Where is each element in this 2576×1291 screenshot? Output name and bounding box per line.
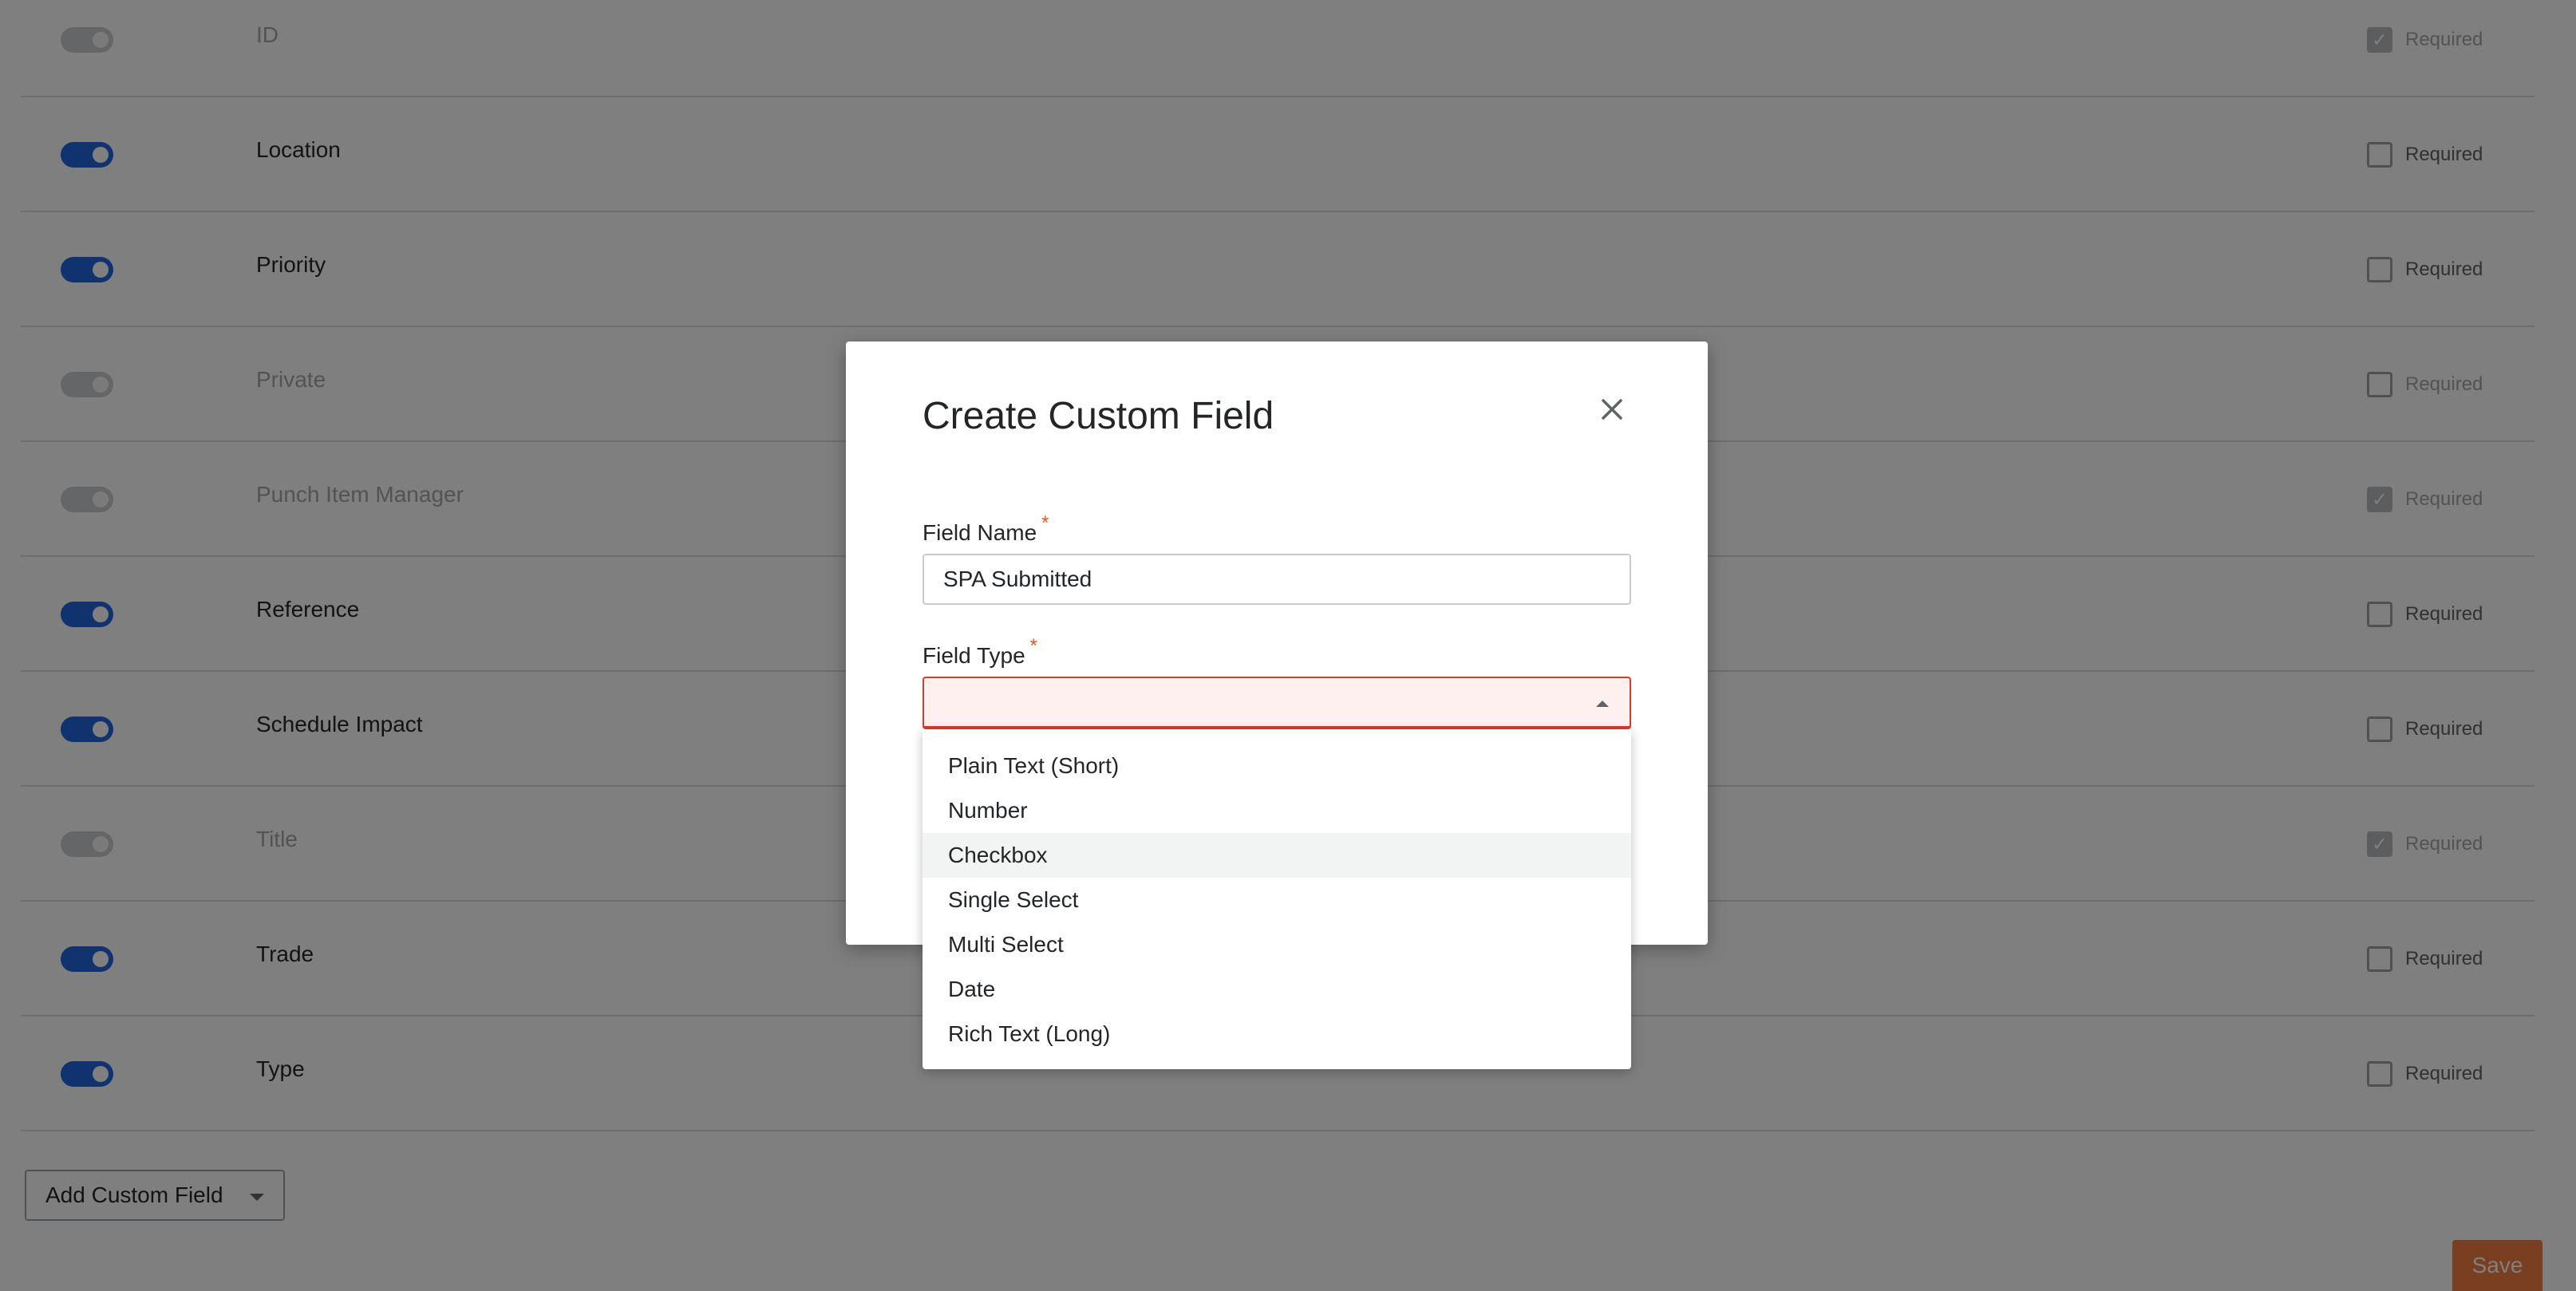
field-type-option[interactable]: Number xyxy=(923,788,1631,833)
field-type-select[interactable] xyxy=(923,677,1631,729)
field-type-option[interactable]: Date xyxy=(923,967,1631,1012)
field-name-label: Field Name * xyxy=(923,512,1049,545)
field-type-option[interactable]: Rich Text (Long) xyxy=(923,1012,1631,1056)
field-type-label: Field Type * xyxy=(923,635,1038,668)
chevron-up-icon xyxy=(1596,701,1609,707)
field-type-option[interactable]: Checkbox xyxy=(923,833,1631,878)
close-button[interactable] xyxy=(1592,389,1632,429)
required-asterisk: * xyxy=(1041,512,1049,534)
field-type-option[interactable]: Plain Text (Short) xyxy=(923,744,1631,788)
field-name-input[interactable] xyxy=(923,554,1631,605)
dialog-title: Create Custom Field xyxy=(923,395,1274,437)
field-type-options: Plain Text (Short) Number Checkbox Single S… xyxy=(923,729,1631,1069)
close-icon xyxy=(1602,399,1622,420)
required-asterisk: * xyxy=(1029,635,1038,657)
field-type-option[interactable]: Multi Select xyxy=(923,922,1631,967)
field-type-option[interactable]: Single Select xyxy=(923,878,1631,922)
